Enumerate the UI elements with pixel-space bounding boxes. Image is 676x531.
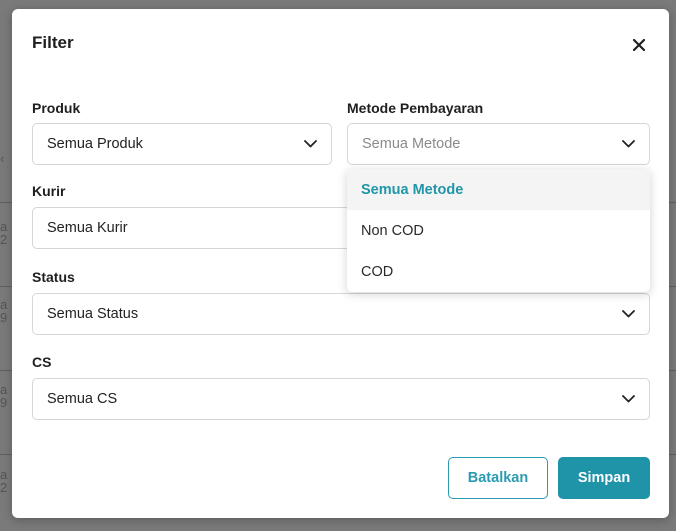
close-button[interactable] (628, 34, 650, 56)
dropdown-option-cod[interactable]: COD (347, 251, 650, 292)
status-label: Status (32, 269, 75, 285)
background-divider (0, 202, 12, 203)
metode-dropdown-menu: Semua Metode Non COD COD (347, 169, 650, 292)
cancel-button[interactable]: Batalkan (448, 457, 548, 499)
background-divider (0, 370, 12, 371)
produk-select[interactable]: Semua Produk (32, 123, 332, 165)
background-divider (0, 454, 12, 455)
cs-select[interactable]: Semua CS (32, 378, 650, 420)
chevron-down-icon (621, 137, 635, 151)
metode-select-placeholder: Semua Metode (362, 136, 461, 152)
produk-label: Produk (32, 100, 81, 116)
produk-select-value: Semua Produk (47, 136, 143, 152)
chevron-down-icon (621, 307, 635, 321)
chevron-down-icon (303, 137, 317, 151)
filter-modal: Filter Produk Semua Produk Metode Pembay… (12, 9, 669, 518)
kurir-label: Kurir (32, 183, 66, 199)
status-select-value: Semua Status (47, 306, 139, 322)
modal-title: Filter (32, 33, 74, 52)
metode-select[interactable]: Semua Metode (347, 123, 650, 165)
dropdown-option-non-cod[interactable]: Non COD (347, 210, 650, 251)
cs-label: CS (32, 354, 52, 370)
chevron-down-icon (621, 392, 635, 406)
cs-select-value: Semua CS (47, 391, 118, 407)
save-button[interactable]: Simpan (558, 457, 650, 499)
close-icon (633, 39, 645, 51)
background-divider (0, 286, 12, 287)
metode-label: Metode Pembayaran (347, 100, 484, 116)
status-select[interactable]: Semua Status (32, 293, 650, 335)
dropdown-option-semua-metode[interactable]: Semua Metode (347, 169, 650, 210)
